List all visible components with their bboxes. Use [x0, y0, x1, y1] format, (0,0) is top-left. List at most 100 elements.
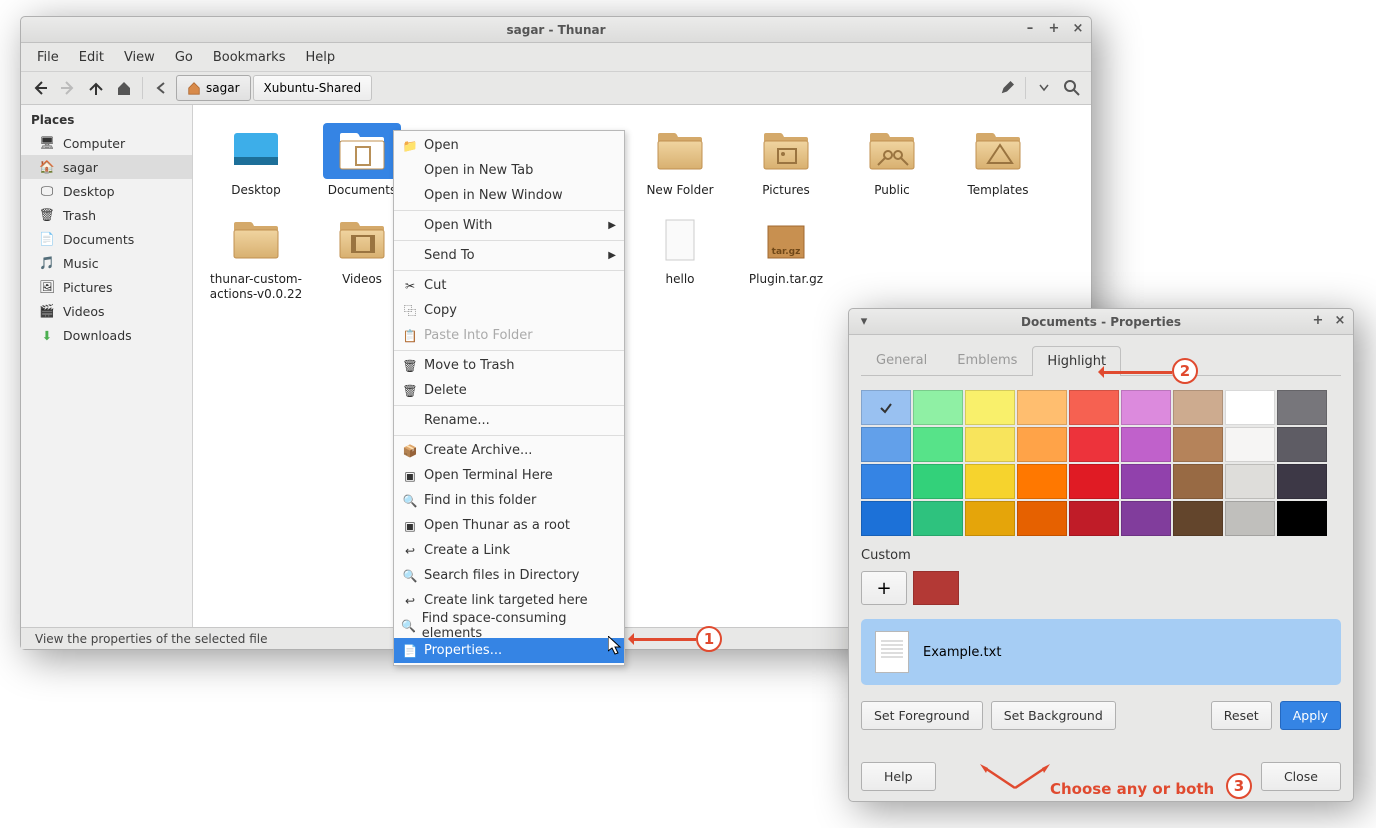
context-menu-item[interactable]: ↩Create link targeted here [394, 588, 624, 613]
back-icon[interactable] [27, 75, 53, 101]
color-swatch[interactable] [1277, 464, 1327, 499]
color-swatch[interactable] [1121, 501, 1171, 536]
color-swatch[interactable] [1225, 464, 1275, 499]
search-icon[interactable] [1059, 75, 1085, 101]
color-swatch[interactable] [1017, 427, 1067, 462]
color-swatch[interactable] [1225, 501, 1275, 536]
sidebar-item-trash[interactable]: 🗑Trash [21, 203, 192, 227]
add-custom-color-button[interactable]: + [861, 571, 907, 605]
color-swatch[interactable] [965, 427, 1015, 462]
context-menu-item[interactable]: Send To▶ [394, 243, 624, 268]
breadcrumb-home[interactable]: sagar [176, 75, 251, 101]
sidebar-item-computer[interactable]: 🖥Computer [21, 131, 192, 155]
color-swatch[interactable] [1277, 427, 1327, 462]
color-swatch[interactable] [1173, 501, 1223, 536]
context-menu-item[interactable]: Rename... [394, 408, 624, 433]
reset-button[interactable]: Reset [1211, 701, 1272, 730]
apply-button[interactable]: Apply [1280, 701, 1341, 730]
color-swatch[interactable] [1173, 390, 1223, 425]
context-menu-item[interactable]: 🔍Find in this folder [394, 488, 624, 513]
menu-help[interactable]: Help [295, 46, 345, 69]
color-swatch[interactable] [965, 464, 1015, 499]
sidebar-item-desktop[interactable]: 🖵Desktop [21, 179, 192, 203]
context-menu-item[interactable]: ▣ Open Thunar as a root [394, 513, 624, 538]
menu-go[interactable]: Go [165, 46, 203, 69]
custom-color-swatch[interactable] [913, 571, 959, 605]
context-menu-item[interactable]: 🔍Find space-consuming elements [394, 613, 624, 638]
prop-titlebar[interactable]: ▾ Documents - Properties + × [849, 309, 1353, 335]
color-swatch[interactable] [913, 427, 963, 462]
file-item[interactable]: New Folder [627, 119, 733, 202]
up-icon[interactable] [83, 75, 109, 101]
tab-emblems[interactable]: Emblems [942, 345, 1032, 375]
menu-view[interactable]: View [114, 46, 165, 69]
file-item[interactable]: Templates [945, 119, 1051, 202]
dropdown-icon[interactable] [1031, 75, 1057, 101]
color-swatch[interactable] [1225, 427, 1275, 462]
close-icon[interactable]: × [1071, 21, 1085, 35]
context-menu-item[interactable]: ✂Cut [394, 273, 624, 298]
color-swatch[interactable] [965, 501, 1015, 536]
context-menu-item[interactable]: 🗑Move to Trash [394, 353, 624, 378]
color-swatch[interactable] [861, 390, 911, 425]
path-back-icon[interactable] [148, 75, 174, 101]
color-swatch[interactable] [913, 501, 963, 536]
color-swatch[interactable] [1173, 464, 1223, 499]
file-item[interactable]: Pictures [733, 119, 839, 202]
color-swatch[interactable] [913, 390, 963, 425]
file-item[interactable]: hello [627, 208, 733, 306]
context-menu-item[interactable]: Open in New Window [394, 183, 624, 208]
context-menu-item[interactable]: ↩Create a Link [394, 538, 624, 563]
help-button[interactable]: Help [861, 762, 936, 791]
color-swatch[interactable] [1225, 390, 1275, 425]
color-swatch[interactable] [1069, 464, 1119, 499]
color-swatch[interactable] [1069, 427, 1119, 462]
dialog-add-icon[interactable]: + [1311, 313, 1325, 327]
color-swatch[interactable] [965, 390, 1015, 425]
menu-file[interactable]: File [27, 46, 69, 69]
close-button[interactable]: Close [1261, 762, 1341, 791]
tab-general[interactable]: General [861, 345, 942, 375]
dialog-close-icon[interactable]: × [1333, 313, 1347, 327]
context-menu-item[interactable]: Open With▶ [394, 213, 624, 238]
color-swatch[interactable] [1121, 427, 1171, 462]
context-menu-item[interactable]: 📁Open [394, 133, 624, 158]
set-foreground-button[interactable]: Set Foreground [861, 701, 983, 730]
sidebar-item-home[interactable]: 🏠sagar [21, 155, 192, 179]
edit-path-icon[interactable] [994, 75, 1020, 101]
file-item[interactable]: Public [839, 119, 945, 202]
color-swatch[interactable] [1277, 501, 1327, 536]
color-swatch[interactable] [1069, 390, 1119, 425]
color-swatch[interactable] [861, 501, 911, 536]
context-menu-item[interactable]: 📦Create Archive... [394, 438, 624, 463]
file-item[interactable]: tar.gzPlugin.tar.gz [733, 208, 839, 306]
sidebar-item-videos[interactable]: 🎬Videos [21, 299, 192, 323]
context-menu-item[interactable]: 📄Properties... [394, 638, 624, 663]
forward-icon[interactable] [55, 75, 81, 101]
color-swatch[interactable] [1277, 390, 1327, 425]
color-swatch[interactable] [913, 464, 963, 499]
titlebar[interactable]: sagar - Thunar – + × [21, 17, 1091, 43]
breadcrumb-next[interactable]: Xubuntu-Shared [253, 75, 373, 101]
sidebar-item-downloads[interactable]: ⬇Downloads [21, 323, 192, 347]
color-swatch[interactable] [861, 427, 911, 462]
menu-edit[interactable]: Edit [69, 46, 114, 69]
menu-bookmarks[interactable]: Bookmarks [203, 46, 296, 69]
context-menu-item[interactable]: ⿻Copy [394, 298, 624, 323]
sidebar-item-music[interactable]: 🎵Music [21, 251, 192, 275]
color-swatch[interactable] [1069, 501, 1119, 536]
color-swatch[interactable] [1173, 427, 1223, 462]
dialog-menu-icon[interactable]: ▾ [857, 315, 871, 329]
home-icon[interactable] [111, 75, 137, 101]
color-swatch[interactable] [1121, 464, 1171, 499]
color-swatch[interactable] [1121, 390, 1171, 425]
file-item[interactable]: Desktop [203, 119, 309, 202]
minimize-icon[interactable]: – [1023, 21, 1037, 35]
sidebar-item-pictures[interactable]: 🖼Pictures [21, 275, 192, 299]
context-menu-item[interactable]: ▣Open Terminal Here [394, 463, 624, 488]
maximize-icon[interactable]: + [1047, 21, 1061, 35]
context-menu-item[interactable]: 🗑Delete [394, 378, 624, 403]
color-swatch[interactable] [1017, 501, 1067, 536]
color-swatch[interactable] [861, 464, 911, 499]
color-swatch[interactable] [1017, 464, 1067, 499]
